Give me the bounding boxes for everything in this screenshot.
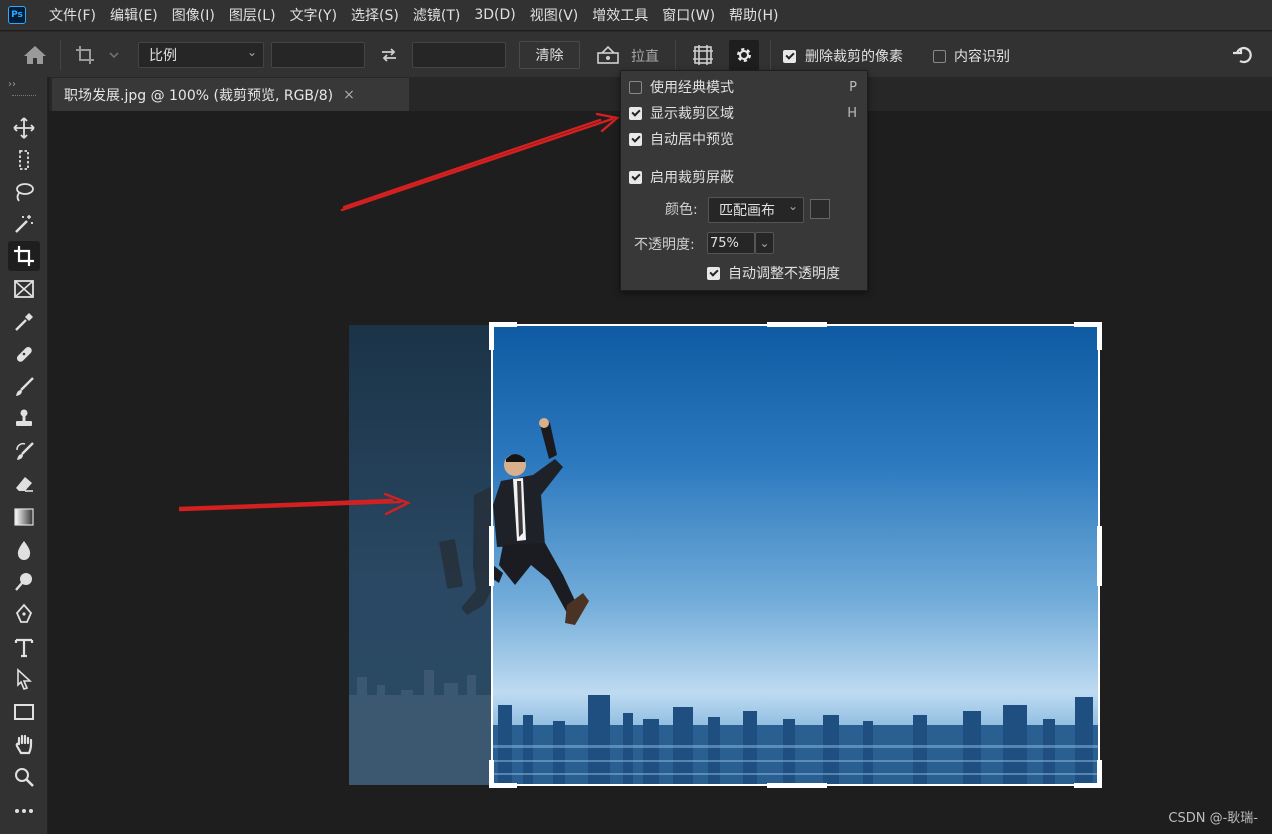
menu-3d[interactable]: 3D(D) xyxy=(467,7,522,23)
clear-button[interactable]: 清除 xyxy=(519,41,580,69)
classic-mode-shortcut: P xyxy=(849,79,857,95)
auto-adjust-opacity-checkbox[interactable] xyxy=(707,266,720,280)
pen-tool-icon[interactable] xyxy=(8,599,40,629)
gradient-tool-icon[interactable] xyxy=(8,502,40,532)
crop-settings-panel: 使用经典模式 P 显示裁剪区域 H 自动居中预览 启用裁剪屏蔽 颜色: 匹配画布… xyxy=(620,70,868,291)
crop-tool-icon[interactable] xyxy=(8,241,40,271)
color-label: 颜色: xyxy=(665,202,698,218)
businessman-image xyxy=(493,418,589,625)
collapse-icon[interactable]: ›› xyxy=(8,79,16,90)
menu-bar: Ps 文件(F) 编辑(E) 图像(I) 图层(L) 文字(Y) 选择(S) 滤… xyxy=(0,0,1272,30)
menu-plugins[interactable]: 增效工具 xyxy=(585,5,655,25)
tools-panel: ›› xyxy=(0,77,48,834)
eyedropper-tool-icon[interactable] xyxy=(8,307,40,337)
color-dropdown[interactable]: 匹配画布 ⌄ xyxy=(708,197,804,223)
delete-cropped-checkbox[interactable] xyxy=(783,50,796,63)
opacity-dropdown[interactable]: ⌄ xyxy=(755,232,774,254)
content-aware-label: 内容识别 xyxy=(954,49,1010,65)
menu-type[interactable]: 文字(Y) xyxy=(283,5,344,25)
enable-shield-row[interactable]: 启用裁剪屏蔽 xyxy=(621,166,869,188)
crop-extended-canvas xyxy=(349,325,494,785)
ps-logo: Ps xyxy=(8,6,26,24)
crop-preset-icon[interactable] xyxy=(74,44,120,70)
color-swatch[interactable] xyxy=(810,199,830,219)
chevron-down-icon: ⌄ xyxy=(246,45,257,59)
height-input[interactable] xyxy=(412,42,506,68)
grid-overlay-icon[interactable] xyxy=(692,44,714,70)
width-input[interactable] xyxy=(271,42,365,68)
straighten-icon[interactable] xyxy=(596,45,620,69)
menu-help[interactable]: 帮助(H) xyxy=(722,5,785,25)
enable-shield-label: 启用裁剪屏蔽 xyxy=(650,170,734,186)
auto-center-row[interactable]: 自动居中预览 xyxy=(621,128,869,150)
ratio-dropdown[interactable]: 比例 ⌄ xyxy=(138,42,264,68)
photoshop-window: Ps 文件(F) 编辑(E) 图像(I) 图层(L) 文字(Y) 选择(S) 滤… xyxy=(0,0,1272,834)
menu-window[interactable]: 窗口(W) xyxy=(655,5,722,25)
city-skyline-image xyxy=(493,695,1099,785)
hand-tool-icon[interactable] xyxy=(8,729,40,759)
zoom-tool-icon[interactable] xyxy=(8,762,40,792)
menu-select[interactable]: 选择(S) xyxy=(344,5,406,25)
menu-layer[interactable]: 图层(L) xyxy=(222,5,283,25)
classic-mode-row[interactable]: 使用经典模式 P xyxy=(621,76,869,98)
move-tool-icon[interactable] xyxy=(8,113,40,143)
gear-icon[interactable] xyxy=(729,40,759,70)
watermark: CSDN @-耿瑞- xyxy=(1168,811,1258,826)
auto-center-checkbox[interactable] xyxy=(629,132,642,146)
auto-center-label: 自动居中预览 xyxy=(650,132,734,148)
rectangle-tool-icon[interactable] xyxy=(8,697,40,727)
path-selection-tool-icon[interactable] xyxy=(8,664,40,694)
content-aware-checkbox[interactable] xyxy=(933,50,946,63)
menu-view[interactable]: 视图(V) xyxy=(523,5,586,25)
frame-tool-icon[interactable] xyxy=(8,274,40,304)
show-crop-area-checkbox[interactable] xyxy=(629,106,642,120)
enable-shield-checkbox[interactable] xyxy=(629,170,642,184)
healing-brush-tool-icon[interactable] xyxy=(8,339,40,369)
clone-stamp-tool-icon[interactable] xyxy=(8,404,40,434)
grip-icon xyxy=(12,95,36,98)
swap-icon[interactable] xyxy=(380,46,398,68)
straighten-label[interactable]: 拉直 xyxy=(631,46,659,66)
menu-edit[interactable]: 编辑(E) xyxy=(103,5,165,25)
opacity-input[interactable]: 75% xyxy=(707,232,755,254)
magic-wand-tool-icon[interactable] xyxy=(8,209,40,239)
marquee-tool-icon[interactable] xyxy=(8,145,40,175)
menu-image[interactable]: 图像(I) xyxy=(165,5,222,25)
delete-cropped-label: 删除裁剪的像素 xyxy=(805,49,903,65)
document-tab-title: 职场发展.jpg @ 100% (裁剪预览, RGB/8) xyxy=(64,87,334,104)
opacity-value: 75% xyxy=(710,235,739,251)
more-tools-icon[interactable] xyxy=(8,796,40,826)
auto-adjust-opacity-row[interactable]: 自动调整不透明度 xyxy=(699,262,869,284)
ratio-label: 比例 xyxy=(149,48,177,64)
home-icon[interactable] xyxy=(22,44,48,70)
blur-tool-icon[interactable] xyxy=(8,535,40,565)
auto-adjust-opacity-label: 自动调整不透明度 xyxy=(728,266,840,282)
classic-mode-label: 使用经典模式 xyxy=(650,80,734,96)
chevron-down-icon: ⌄ xyxy=(787,199,798,213)
color-value: 匹配画布 xyxy=(719,203,775,219)
type-tool-icon[interactable] xyxy=(8,632,40,662)
dodge-tool-icon[interactable] xyxy=(8,567,40,597)
history-brush-tool-icon[interactable] xyxy=(8,437,40,467)
menu-filter[interactable]: 滤镜(T) xyxy=(406,5,467,25)
classic-mode-checkbox[interactable] xyxy=(629,80,642,94)
reset-icon[interactable] xyxy=(1232,44,1254,70)
show-crop-area-label: 显示裁剪区域 xyxy=(650,106,734,122)
chevron-down-icon: ⌄ xyxy=(759,236,770,250)
lasso-tool-icon[interactable] xyxy=(8,177,40,207)
eraser-tool-icon[interactable] xyxy=(8,469,40,499)
photo-image xyxy=(493,325,1099,785)
menu-file[interactable]: 文件(F) xyxy=(42,5,103,25)
show-crop-area-row[interactable]: 显示裁剪区域 H xyxy=(621,102,869,124)
show-crop-area-shortcut: H xyxy=(847,105,857,121)
opacity-label: 不透明度: xyxy=(634,237,695,253)
brush-tool-icon[interactable] xyxy=(8,372,40,402)
close-icon[interactable]: × xyxy=(343,87,355,103)
document-tab[interactable]: 职场发展.jpg @ 100% (裁剪预览, RGB/8) × xyxy=(52,78,409,111)
